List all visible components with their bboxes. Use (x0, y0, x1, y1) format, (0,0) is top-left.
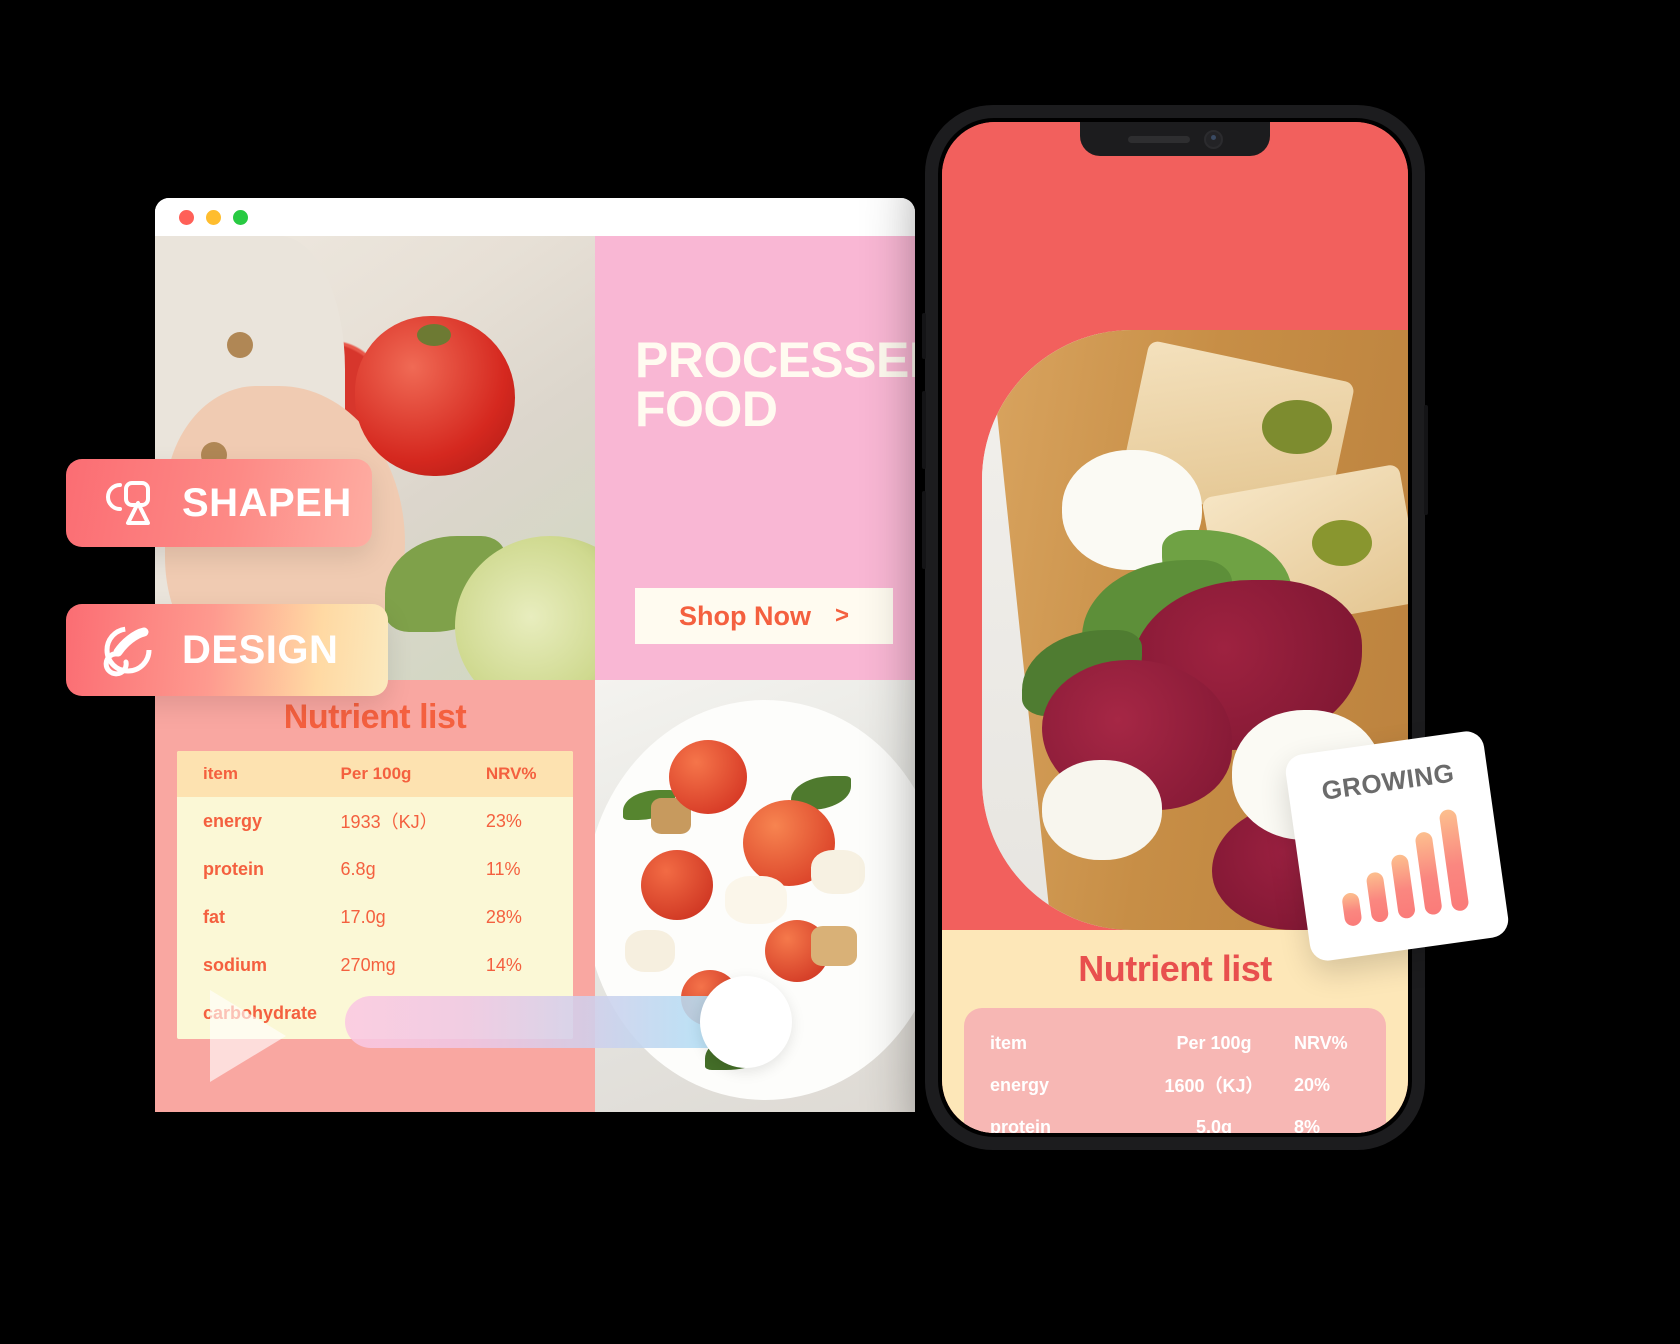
phone-cell-item: protein (990, 1116, 1051, 1134)
bar-1 (1340, 891, 1363, 927)
cell-nrv: 11% (485, 858, 521, 879)
growing-card[interactable]: GROWING (1283, 729, 1511, 963)
cell-per100g: 1933（KJ） (340, 812, 438, 832)
bar-chart-icon (1294, 801, 1507, 932)
screenshot-stage: PROCESSED FOOD Shop Now > Nutrient list … (0, 0, 1680, 1344)
phone-cell-per100g: 5.0g (1195, 1116, 1233, 1134)
cell-per100g: 6.8g (340, 858, 376, 879)
cell-per100g: 270mg (340, 954, 396, 975)
speaker-icon (1127, 135, 1190, 143)
bar-4 (1413, 830, 1443, 916)
bar-5 (1438, 808, 1470, 912)
bar-2 (1365, 871, 1389, 924)
column-header-item: item (203, 764, 238, 783)
cell-item: fat (203, 906, 225, 927)
play-triangle-icon[interactable] (210, 990, 286, 1082)
cell-item: sodium (203, 954, 268, 975)
maximize-icon[interactable] (233, 209, 248, 225)
bar-3 (1389, 853, 1416, 920)
cell-nrv: 23% (485, 810, 522, 831)
paint-brush-icon (100, 622, 156, 678)
minimize-icon[interactable] (206, 209, 221, 225)
cell-item: energy (203, 810, 263, 831)
phone-cell-nrv: 20% (1294, 1074, 1331, 1095)
phone-cell-nrv: 8% (1294, 1116, 1321, 1134)
shape-tool-icon (100, 475, 156, 531)
browser-titlebar (155, 198, 915, 236)
phone-cell-item: energy (990, 1074, 1050, 1095)
slider-handle[interactable] (700, 976, 792, 1068)
phone-nutrient-panel: Nutrient list item Per 100g NRV% energy … (942, 930, 1408, 1133)
table-row: fat 17.0g 28% (177, 893, 573, 941)
phone-column-header-nrv: NRV% (1294, 1032, 1348, 1053)
cell-per100g: 17.0g (340, 906, 386, 927)
phone-notch (1080, 122, 1270, 156)
table-row: sodium 270mg 14% (177, 941, 573, 989)
page-title: PROCESSED FOOD (635, 332, 915, 437)
front-camera-icon (1203, 129, 1223, 149)
phone-column-header-per100g: Per 100g (1176, 1032, 1252, 1053)
shop-now-button[interactable]: Shop Now > (635, 588, 893, 644)
phone-screen: Nutrient list item Per 100g NRV% energy … (942, 122, 1408, 1133)
phone-table-row: protein 5.0g 8% (964, 1106, 1386, 1134)
close-icon[interactable] (179, 209, 194, 225)
phone-mockup: Nutrient list item Per 100g NRV% energy … (922, 105, 1428, 1150)
column-header-per100g: Per 100g (340, 764, 412, 783)
phone-column-header-item: item (990, 1032, 1028, 1053)
badge-design[interactable]: DESIGN (66, 604, 388, 696)
badge-shapeh-label: SHAPEH (182, 480, 352, 525)
badge-design-label: DESIGN (182, 627, 339, 672)
cell-nrv: 28% (485, 906, 522, 927)
table-row: protein 6.8g 11% (177, 845, 573, 893)
column-header-nrv: NRV% (485, 764, 537, 783)
table-row: energy 1933（KJ） 23% (177, 797, 573, 845)
table-header-row: item Per 100g NRV% (177, 751, 573, 797)
chevron-right-icon: > (834, 602, 849, 629)
phone-table-row: energy 1600（KJ） 20% (964, 1064, 1386, 1106)
phone-nutrient-table: item Per 100g NRV% energy 1600（KJ） 20% p… (964, 1008, 1386, 1133)
cell-nrv: 14% (485, 954, 522, 975)
phone-cell-per100g: 1600（KJ） (1164, 1076, 1264, 1096)
phone-bezel: Nutrient list item Per 100g NRV% energy … (938, 118, 1412, 1137)
hero-copy-panel: PROCESSED FOOD Shop Now > (595, 236, 915, 680)
badge-shapeh[interactable]: SHAPEH (66, 459, 372, 547)
shop-now-label: Shop Now (679, 600, 811, 631)
cell-item: protein (203, 858, 264, 879)
phone-table-header-row: item Per 100g NRV% (964, 1022, 1386, 1064)
